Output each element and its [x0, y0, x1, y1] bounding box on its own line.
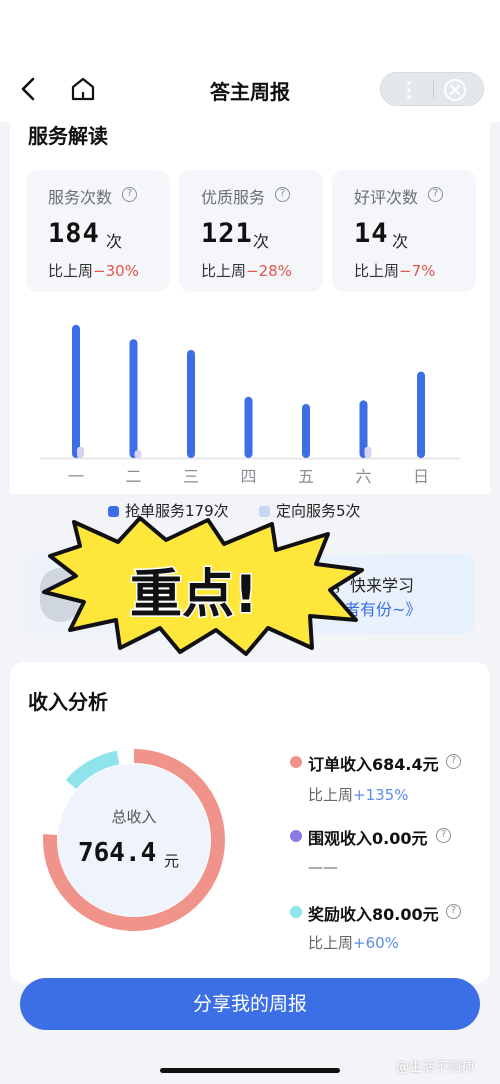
help-icon[interactable]: ? — [122, 187, 137, 202]
stat-card-service-count: 服务次数 ? 184 次 比上周−30% — [26, 170, 170, 292]
onlooker-income-change: —— — [308, 858, 338, 876]
change-prefix: 比上周 — [201, 262, 247, 280]
reward-income-dot — [290, 906, 302, 918]
bar-grab-3[interactable] — [244, 396, 253, 458]
donut-total-label: 总收入 — [111, 808, 157, 826]
sticker-text: 重点! — [130, 565, 258, 625]
bar-grab-6[interactable] — [417, 371, 425, 458]
help-icon[interactable]: ? — [446, 754, 461, 769]
change-prefix: 比上周 — [308, 934, 354, 952]
bar-grab-4[interactable] — [302, 404, 310, 458]
stat-unit: 次 — [392, 232, 409, 251]
stat-change: 比上周−30% — [48, 260, 139, 281]
stat-label: 服务次数 — [48, 188, 113, 207]
order-income-label: 订单收入684.4元 — [308, 755, 439, 774]
change-prefix: 比上周 — [48, 262, 94, 280]
watermark: @生活不刻神 — [396, 1060, 475, 1075]
stat-value: 184 — [48, 218, 100, 249]
x-tick-label: 三 — [183, 467, 199, 486]
stat-unit: 次 — [106, 232, 123, 251]
change-value: +135% — [353, 786, 409, 804]
stat-card-good-reviews: 好评次数 ? 14 次 比上周−7% — [332, 170, 476, 292]
stat-unit: 次 — [253, 232, 270, 251]
order-income-dot — [290, 756, 302, 768]
income-section-title: 收入分析 — [28, 690, 108, 714]
bar-chart-svg: 一二三四五六日 — [40, 324, 460, 486]
x-tick-label: 五 — [298, 467, 314, 486]
help-icon[interactable]: ? — [436, 828, 451, 843]
more-icon[interactable] — [399, 79, 419, 101]
bar-grab-2[interactable] — [187, 350, 195, 458]
x-tick-label: 二 — [125, 467, 141, 486]
service-section-title: 服务解读 — [28, 124, 108, 148]
bar-directed-1[interactable] — [134, 450, 142, 458]
help-icon[interactable]: ? — [428, 187, 443, 202]
capsule-divider — [433, 81, 434, 99]
x-tick-label: 一 — [68, 467, 84, 486]
share-report-button[interactable]: 分享我的周报 — [20, 978, 480, 1030]
close-icon[interactable] — [443, 78, 467, 102]
weekly-service-chart: 一二三四五六日 — [40, 300, 460, 495]
bar-directed-0[interactable] — [77, 446, 84, 458]
stat-value: 121 — [201, 218, 253, 249]
help-icon[interactable]: ? — [446, 904, 461, 919]
onlooker-income-dot — [290, 830, 302, 842]
stat-label: 优质服务 — [201, 188, 266, 207]
mini-program-capsule — [380, 72, 484, 106]
change-prefix: 比上周 — [308, 786, 354, 804]
donut-total-value: 764.4 — [78, 838, 157, 868]
bar-grab-1[interactable] — [129, 339, 138, 458]
change-value: −7% — [399, 262, 436, 280]
stat-card-quality-service: 优质服务 ? 121 次 比上周−28% — [179, 170, 323, 292]
order-income-change: 比上周+135% — [308, 784, 408, 805]
header: 答主周报 — [0, 0, 500, 122]
highlight-sticker: 重点! — [42, 516, 364, 656]
bar-grab-0[interactable] — [72, 324, 80, 458]
stat-change: 比上周−28% — [201, 260, 292, 281]
x-tick-label: 日 — [413, 467, 429, 486]
stat-value: 14 — [354, 218, 389, 249]
reward-income-change: 比上周+60% — [308, 932, 399, 953]
home-indicator — [160, 1068, 340, 1073]
change-value: +60% — [353, 934, 399, 952]
help-icon[interactable]: ? — [275, 187, 290, 202]
bar-directed-5[interactable] — [364, 446, 372, 458]
x-tick-label: 四 — [240, 467, 256, 486]
change-prefix: 比上周 — [354, 262, 400, 280]
donut-total-unit: 元 — [164, 852, 180, 870]
stat-label: 好评次数 — [354, 188, 419, 207]
change-value: −28% — [246, 262, 292, 280]
reward-income-label: 奖励收入80.00元 — [308, 905, 439, 924]
stat-change: 比上周−7% — [354, 260, 435, 281]
change-value: −30% — [93, 262, 139, 280]
onlooker-income-label: 围观收入0.00元 — [308, 829, 428, 848]
x-tick-label: 六 — [355, 467, 371, 486]
